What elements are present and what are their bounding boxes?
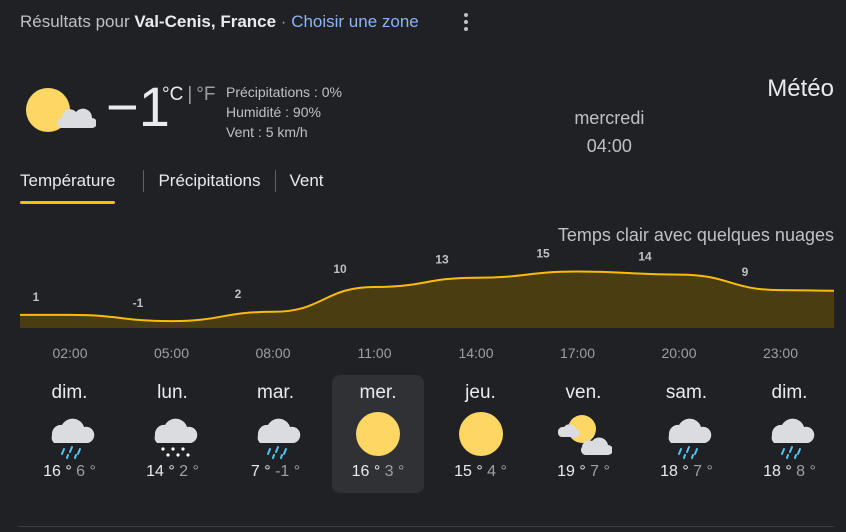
fahrenheit-unit[interactable]: °F [196, 84, 215, 105]
day-temps: 7 ° -1 ° [224, 463, 327, 481]
day-name: mer. [359, 382, 397, 403]
data-label: -1 [133, 296, 144, 310]
day-card[interactable]: sam. 18 ° 7 ° [635, 375, 738, 493]
hour-tick-label: 02:00 [52, 345, 87, 361]
day-card[interactable]: mer. 16 ° 3 ° [332, 375, 424, 493]
data-label: 14 [638, 250, 652, 264]
day-name: mar. [257, 382, 294, 403]
data-label: 10 [333, 262, 347, 276]
high-temp: 14 ° [146, 463, 175, 480]
sun-icon [453, 409, 509, 459]
low-temp: 6 ° [76, 463, 96, 480]
header-separator: · [276, 12, 292, 31]
more-options-icon[interactable] [458, 10, 474, 34]
tab-temperature[interactable]: Température [20, 170, 116, 204]
tab-wind[interactable]: Vent [290, 170, 324, 204]
day-card[interactable]: dim. 16 ° 6 ° [18, 375, 121, 493]
high-temp: 18 ° [763, 463, 792, 480]
day-card[interactable]: lun. 14 ° 2 ° [121, 375, 224, 493]
data-label: 15 [536, 247, 550, 261]
day-temps: 16 ° 6 ° [18, 463, 121, 481]
high-temp: 15 ° [454, 463, 483, 480]
hour-tick-label: 17:00 [560, 345, 595, 361]
low-temp: 8 ° [796, 463, 816, 480]
search-header: Résultats pour Val-Cenis, France · Chois… [20, 12, 419, 32]
snow-icon [145, 409, 201, 459]
day-temps: 18 ° 8 ° [738, 463, 841, 481]
rain-icon [659, 409, 715, 459]
low-temp: 7 ° [590, 463, 610, 480]
low-temp: 7 ° [693, 463, 713, 480]
day-temps: 19 ° 7 ° [532, 463, 635, 481]
current-temperature: −1 [106, 75, 170, 138]
hour-tick-label: 05:00 [154, 345, 189, 361]
tab-divider [143, 170, 145, 192]
high-temp: 7 ° [250, 463, 271, 480]
data-label: 9 [742, 265, 749, 279]
high-temp: 18 ° [660, 463, 689, 480]
hour-tick-label: 14:00 [458, 345, 493, 361]
day-card[interactable]: ven. 19 ° 7 ° [532, 375, 635, 493]
tab-divider [274, 170, 276, 192]
results-prefix: Résultats pour [20, 12, 135, 31]
day-name: lun. [157, 382, 188, 403]
hour-tick-label: 08:00 [255, 345, 290, 361]
hour-tick-label: 11:00 [358, 345, 392, 361]
low-temp: -1 ° [275, 463, 301, 480]
weather-title: Météo [767, 75, 834, 102]
day-temps: 15 ° 4 ° [429, 463, 532, 481]
divider [18, 526, 834, 527]
tab-precipitation[interactable]: Précipitations [158, 170, 260, 204]
high-temp: 16 ° [43, 463, 72, 480]
day-name: ven. [565, 382, 602, 403]
day-card[interactable]: mar. 7 ° -1 ° [224, 375, 327, 493]
low-temp: 4 ° [487, 463, 507, 480]
partly-cloudy-icon [556, 409, 613, 459]
celsius-unit[interactable]: °C [162, 84, 183, 105]
weather-details: Précipitations : 0% Humidité : 90% Vent … [226, 82, 342, 142]
day-name: dim. [771, 382, 808, 403]
rain-icon [248, 409, 304, 459]
data-label: 2 [235, 287, 242, 301]
sun-cloud-icon [26, 88, 96, 132]
sun-icon [350, 409, 406, 459]
day-card[interactable]: jeu. 15 ° 4 ° [429, 375, 532, 493]
hour-tick-label: 20:00 [661, 345, 696, 361]
hour-tick-label: 23:00 [763, 345, 798, 361]
day-name: dim. [51, 382, 88, 403]
day-name: sam. [665, 382, 708, 403]
day-card[interactable]: dim. 18 ° 8 ° [738, 375, 841, 493]
low-temp: 2 ° [179, 463, 199, 480]
location-name: Val-Cenis, France [134, 12, 277, 31]
unit-switch: °C | °F [162, 84, 215, 106]
wind-detail: Vent : 5 km/h [226, 124, 308, 140]
data-label: 1 [33, 290, 40, 304]
precipitation-detail: Précipitations : 0% [226, 84, 342, 100]
day-name: jeu. [465, 382, 496, 403]
humidity-detail: Humidité : 90% [226, 104, 321, 120]
rain-icon [762, 409, 818, 459]
high-temp: 16 ° [351, 463, 381, 480]
temperature-chart: 1 02:00 -1 05:00 2 08:00 10 11:00 13 14:00 15 17:00… [19, 247, 835, 361]
high-temp: 19 ° [557, 463, 586, 480]
day-temps: 14 ° 2 ° [121, 463, 224, 481]
low-temp: 3 ° [384, 463, 405, 480]
data-label: 13 [435, 253, 449, 267]
daily-forecast: dim. 16 ° 6 ° lun. 14 ° 2 ° mar. 7 ° -1 ° mer.… [18, 375, 841, 493]
day-temps: 18 ° 7 ° [635, 463, 738, 481]
choose-zone-link[interactable]: Choisir une zone [291, 12, 419, 31]
unit-separator: | [187, 84, 193, 105]
rain-icon [42, 409, 98, 459]
day-temps: 16 ° 3 ° [332, 463, 424, 481]
